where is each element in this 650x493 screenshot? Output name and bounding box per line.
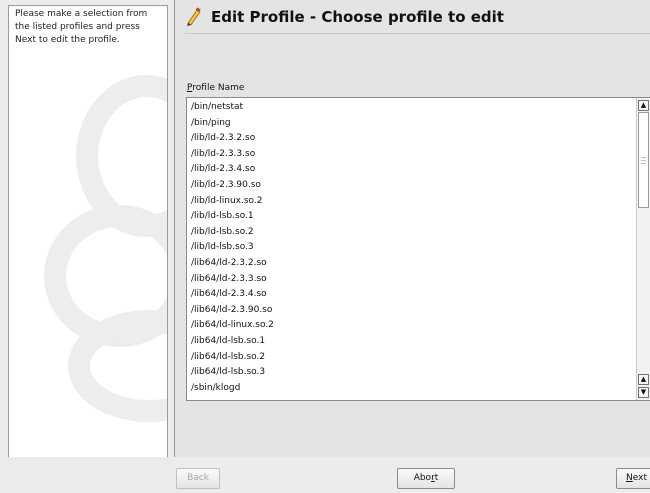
page-title: Edit Profile - Choose profile to edit xyxy=(211,8,504,26)
profile-list-item[interactable]: /lib/ld-2.3.3.so xyxy=(187,147,635,163)
profile-list-item[interactable]: /lib/ld-2.3.90.so xyxy=(187,178,635,194)
profile-list-item[interactable]: /lib64/ld-2.3.3.so xyxy=(187,272,635,288)
profile-list-item[interactable]: /lib/ld-lsb.so.2 xyxy=(187,225,635,241)
button-bar: Back Abort Next xyxy=(0,457,650,493)
next-mnemonic: N xyxy=(626,473,633,483)
profile-list-item[interactable]: /sbin/klogd xyxy=(187,381,635,397)
help-text: Please make a selection from the listed … xyxy=(15,9,148,45)
arrow-down-icon[interactable]: ▼ xyxy=(638,387,649,398)
vertical-scrollbar[interactable]: ▲ ▲ ▼ xyxy=(636,98,650,400)
profile-list-item[interactable]: /lib64/ld-2.3.90.so xyxy=(187,303,635,319)
header: Edit Profile - Choose profile to edit xyxy=(175,0,650,36)
edit-profile-icon xyxy=(187,7,201,26)
profile-list-item[interactable]: /lib/ld-2.3.2.so xyxy=(187,131,635,147)
header-divider xyxy=(185,33,650,34)
profile-list-item[interactable]: /lib64/ld-lsb.so.2 xyxy=(187,350,635,366)
profile-list-item[interactable]: /lib64/ld-2.3.4.so xyxy=(187,287,635,303)
profile-list-item[interactable]: /lib64/ld-lsb.so.3 xyxy=(187,365,635,381)
next-button[interactable]: Next xyxy=(616,468,650,489)
abort-button[interactable]: Abort xyxy=(397,468,455,489)
profile-list-item[interactable]: /lib/ld-lsb.so.1 xyxy=(187,209,635,225)
profile-list-item[interactable]: /lib/ld-2.3.4.so xyxy=(187,162,635,178)
profile-list-item[interactable]: /lib64/ld-lsb.so.1 xyxy=(187,334,635,350)
abort-label-end: t xyxy=(434,473,439,483)
scroll-thumb[interactable] xyxy=(638,112,649,208)
profile-list-item[interactable]: /lib/ld-linux.so.2 xyxy=(187,194,635,210)
next-label-rest: ext xyxy=(632,473,647,483)
profile-list-item[interactable]: /lib64/ld-linux.so.2 xyxy=(187,318,635,334)
profile-list-item[interactable]: /lib64/ld-2.3.2.so xyxy=(187,256,635,272)
help-pane: Please make a selection from the listed … xyxy=(8,5,168,459)
profile-list-item[interactable]: /bin/ping xyxy=(187,116,635,132)
suse-watermark-icon xyxy=(44,75,167,422)
profile-list-item[interactable]: /bin/netstat xyxy=(187,100,635,116)
profile-list-items: /bin/netstat/bin/ping/lib/ld-2.3.2.so/li… xyxy=(187,100,635,396)
main-pane: Edit Profile - Choose profile to edit Pr… xyxy=(174,0,650,457)
arrow-up-icon[interactable]: ▲ xyxy=(638,100,649,111)
arrow-up-icon[interactable]: ▲ xyxy=(638,374,649,385)
profile-list-item[interactable]: /lib/ld-lsb.so.3 xyxy=(187,240,635,256)
abort-label-start: Abo xyxy=(413,473,432,483)
back-button[interactable]: Back xyxy=(176,468,220,489)
profile-listbox[interactable]: /bin/netstat/bin/ping/lib/ld-2.3.2.so/li… xyxy=(186,97,650,401)
label-text: rofile Name xyxy=(192,83,245,93)
profile-name-label: Profile Name xyxy=(187,83,244,93)
